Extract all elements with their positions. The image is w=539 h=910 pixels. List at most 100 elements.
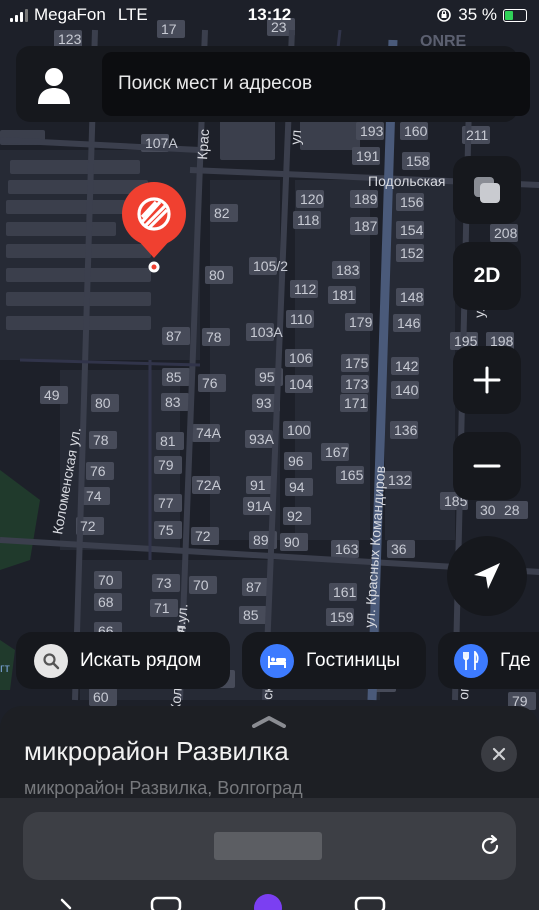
chip-label: Где (500, 649, 531, 671)
street-label: гт (0, 661, 10, 675)
house-number: 156 (400, 194, 424, 210)
reload-icon[interactable] (478, 834, 502, 858)
house-number: 103А (250, 324, 283, 340)
house-number: 87 (246, 579, 262, 595)
house-number: 92 (287, 508, 303, 524)
house-number: 105/2 (253, 258, 288, 274)
place-subtitle: микрорайон Развилка, Волгоград (24, 778, 303, 798)
close-icon (492, 747, 506, 761)
status-bar: MegaFon LTE 13:12 35 % (0, 0, 539, 30)
house-number: 154 (400, 222, 424, 238)
house-number: 81 (160, 433, 176, 449)
house-number: 189 (354, 191, 378, 207)
house-number: 30 (480, 502, 496, 518)
house-number: 160 (404, 123, 428, 139)
house-number: 76 (90, 463, 106, 479)
layers-icon (474, 177, 500, 203)
house-number: 71 (154, 600, 170, 616)
house-number: 161 (333, 584, 357, 600)
house-number: 76 (202, 375, 218, 391)
house-number: 85 (166, 369, 182, 385)
house-number: 80 (95, 395, 111, 411)
house-number: 173 (345, 376, 369, 392)
zoom-out-button[interactable] (453, 432, 521, 500)
house-number: 78 (93, 432, 109, 448)
house-number: 100 (287, 422, 311, 438)
house-number: 93А (249, 431, 275, 447)
house-number: 208 (494, 225, 518, 241)
house-number: 79 (158, 457, 174, 473)
chip-label: Искать рядом (80, 649, 202, 671)
house-number: 107А (145, 135, 178, 151)
house-number: 80 (209, 267, 225, 283)
zoom-in-button[interactable] (453, 346, 521, 414)
house-number: 60 (93, 689, 109, 705)
close-button[interactable] (481, 736, 517, 772)
house-number: 104 (289, 376, 313, 392)
house-number: 77 (158, 495, 174, 511)
house-number: 158 (406, 153, 430, 169)
street-label: Подольская (368, 173, 445, 189)
search-panel (16, 46, 530, 122)
chip-hotels[interactable]: Гостиницы (242, 632, 426, 689)
house-number: 193 (360, 123, 384, 139)
minus-icon (473, 464, 501, 468)
house-number: 74А (196, 425, 222, 441)
house-number: 82 (214, 205, 230, 221)
house-number: 142 (395, 358, 419, 374)
house-number: 90 (284, 534, 300, 550)
house-number: 132 (388, 472, 412, 488)
house-number: 118 (297, 212, 320, 228)
house-number: 85 (243, 607, 259, 623)
house-number: 152 (400, 245, 424, 261)
house-number: 94 (289, 479, 305, 495)
house-number: 75 (158, 522, 174, 538)
chip-where-to-eat[interactable]: Где (438, 632, 539, 689)
my-location-button[interactable] (447, 536, 527, 616)
house-number: 70 (98, 572, 114, 588)
house-number: 179 (349, 314, 373, 330)
house-number: 181 (332, 287, 356, 303)
house-number: 175 (345, 355, 369, 371)
house-number: 89 (253, 532, 269, 548)
house-number: 211 (466, 127, 489, 143)
address-field[interactable] (23, 812, 516, 880)
view-2d-button[interactable]: 2D (453, 242, 521, 310)
house-number: 110 (290, 311, 313, 327)
house-number: 140 (395, 382, 419, 398)
house-number: 136 (394, 422, 418, 438)
chip-label: Гостиницы (306, 649, 401, 671)
street-label: ул (287, 129, 304, 145)
house-number: 167 (325, 444, 349, 460)
place-card-sheet[interactable]: микрорайон Развилка микрорайон Развилка,… (0, 706, 539, 910)
house-number: 120 (300, 191, 324, 207)
house-number: 49 (44, 387, 60, 403)
search-input[interactable] (102, 52, 530, 116)
profile-avatar-icon[interactable] (32, 62, 76, 106)
redacted-url (214, 832, 322, 860)
fork-knife-icon (454, 643, 488, 678)
house-number: 70 (193, 577, 209, 593)
bed-icon (260, 643, 294, 678)
layers-button[interactable] (453, 156, 521, 224)
navigation-arrow-icon (474, 563, 500, 589)
house-number: 123 (58, 31, 82, 47)
plus-icon (473, 366, 501, 394)
house-number: 96 (288, 453, 304, 469)
street-label: Крас (194, 128, 212, 160)
house-number: 93 (256, 395, 272, 411)
house-number: 68 (98, 594, 114, 610)
house-number: 171 (344, 395, 368, 411)
chevron-up-icon[interactable] (251, 714, 287, 728)
browser-toolbar (0, 798, 539, 910)
house-number: 91 (250, 477, 266, 493)
house-number: 72 (80, 518, 96, 534)
house-number: 72А (196, 477, 222, 493)
house-number: 78 (206, 329, 222, 345)
house-number: 187 (354, 218, 378, 234)
battery-icon (503, 8, 527, 22)
chip-search-nearby[interactable]: Искать рядом (16, 632, 230, 689)
house-number: 191 (356, 148, 380, 164)
battery-percent: 35 % (458, 5, 497, 24)
house-number: 83 (165, 394, 181, 410)
